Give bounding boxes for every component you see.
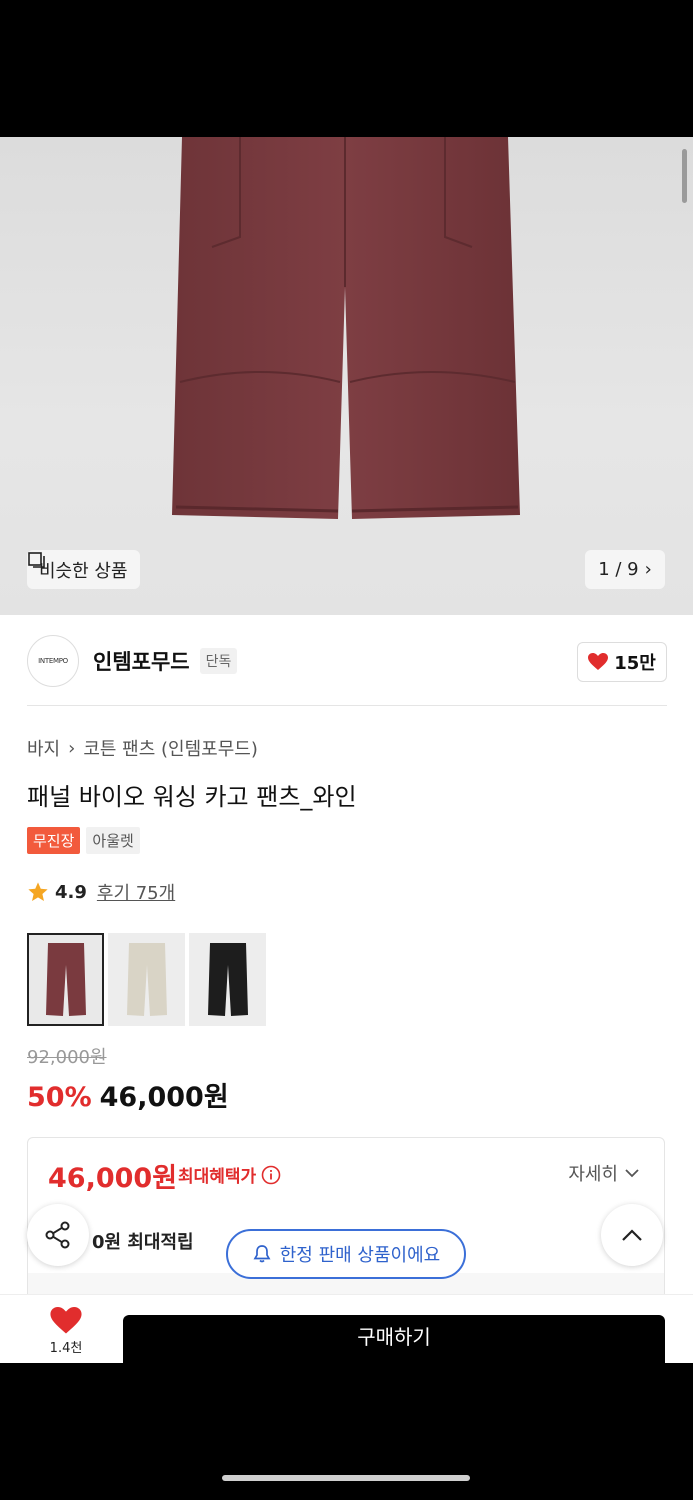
exclusive-badge: 단독 xyxy=(199,648,238,674)
home-indicator-area xyxy=(0,1363,693,1500)
chevron-up-icon xyxy=(622,1229,642,1241)
share-button[interactable] xyxy=(27,1204,89,1266)
bottom-action-bar: 1.4천 구매하기 xyxy=(0,1294,693,1363)
product-title: 패널 바이오 워싱 카고 팬츠_와인 xyxy=(27,783,357,811)
home-indicator[interactable] xyxy=(222,1475,470,1481)
pants-image xyxy=(172,137,520,519)
breadcrumb-subcategory[interactable]: 코튼 팬츠 (인템포무드) xyxy=(83,735,258,761)
original-price: 92,000원 xyxy=(27,1047,107,1068)
info-icon[interactable] xyxy=(261,1165,281,1185)
brand-row: INTEMPO 인템포무드 단독 15만 xyxy=(27,635,667,687)
max-points: 0원 최대적립 xyxy=(92,1232,194,1253)
tag-outlet: 아울렛 xyxy=(86,827,140,854)
wishlist-count: 1.4천 xyxy=(49,1341,83,1356)
brand-logo[interactable]: INTEMPO xyxy=(27,635,79,687)
color-option-ivory[interactable] xyxy=(108,933,185,1026)
price-row: 50% 46,000원 xyxy=(27,1075,229,1114)
brand-like-button[interactable]: 15만 xyxy=(577,642,667,682)
share-icon xyxy=(45,1221,70,1249)
limited-sale-notice[interactable]: 한정 판매 상품이에요 xyxy=(226,1229,466,1279)
page-indicator: 1 / 9 xyxy=(598,559,639,580)
breadcrumb-category[interactable]: 바지 xyxy=(27,735,60,761)
sale-price: 46,000원 xyxy=(99,1082,229,1113)
scroll-top-button[interactable] xyxy=(601,1204,663,1266)
heart-icon xyxy=(50,1307,82,1334)
pants-thumbnail xyxy=(45,942,86,1016)
similar-icon xyxy=(28,552,45,568)
tag-mujinjang: 무진장 xyxy=(27,827,81,854)
star-icon xyxy=(28,882,48,901)
breadcrumb: 바지 › 코튼 팬츠 (인템포무드) xyxy=(27,735,258,761)
color-options xyxy=(27,933,266,1026)
brand-name[interactable]: 인템포무드 xyxy=(93,646,190,676)
product-tags: 무진장 아울렛 xyxy=(27,827,140,854)
product-screen: 비슷한 상품 1 / 9 › INTEMPO 인템포무드 단독 15만 바지 ›… xyxy=(0,137,693,1363)
chevron-right-icon: › xyxy=(68,737,76,759)
status-area-black xyxy=(0,0,693,137)
buy-button[interactable]: 구매하기 xyxy=(123,1315,665,1363)
max-benefit-price: 46,000원 xyxy=(48,1163,178,1194)
chevron-right-icon: › xyxy=(644,559,652,580)
image-pager[interactable]: 1 / 9 › xyxy=(585,550,665,589)
color-option-black[interactable] xyxy=(189,933,266,1026)
scroll-indicator xyxy=(682,149,687,203)
heart-icon xyxy=(588,653,609,670)
wishlist-button[interactable]: 1.4천 xyxy=(40,1307,92,1356)
max-benefit-label: 최대혜택가 xyxy=(178,1162,281,1187)
benefit-detail-toggle[interactable]: 자세히 xyxy=(568,1160,640,1186)
chevron-down-icon xyxy=(625,1169,639,1178)
color-option-wine[interactable] xyxy=(27,933,104,1026)
brand-like-count: 15만 xyxy=(614,653,656,674)
buy-button-label: 구매하기 xyxy=(357,1324,431,1349)
rating-score: 4.9 xyxy=(55,881,87,903)
pants-thumbnail xyxy=(207,942,248,1016)
similar-products-button[interactable]: 비슷한 상품 xyxy=(27,550,140,589)
similar-products-label: 비슷한 상품 xyxy=(39,560,128,582)
divider xyxy=(27,705,667,706)
discount-rate: 50% xyxy=(27,1082,92,1113)
reviews-link[interactable]: 후기 75개 xyxy=(97,879,175,905)
rating-row: 4.9 후기 75개 xyxy=(27,879,175,905)
pants-thumbnail xyxy=(126,942,167,1016)
product-image-gallery[interactable]: 비슷한 상품 1 / 9 › xyxy=(0,137,693,615)
bell-icon xyxy=(253,1245,271,1263)
